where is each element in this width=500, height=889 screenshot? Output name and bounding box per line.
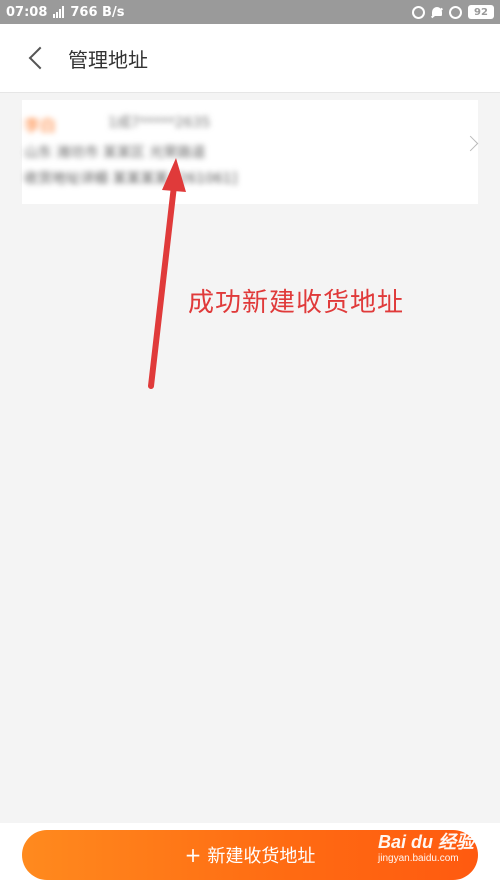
watermark-sub: jingyan.baidu.com xyxy=(378,852,459,864)
arrow-head xyxy=(162,158,186,192)
annotation-text: 成功新建收货地址 xyxy=(188,288,405,318)
watermark-main: Bai du 经验 xyxy=(378,832,475,852)
new-address-label: 新建收货地址 xyxy=(207,846,316,867)
arrow-shaft xyxy=(148,183,177,389)
plus-icon: + xyxy=(184,843,202,867)
annotation-arrow xyxy=(148,158,186,389)
baidu-watermark: Bai du 经验 jingyan.baidu.com xyxy=(378,832,475,864)
